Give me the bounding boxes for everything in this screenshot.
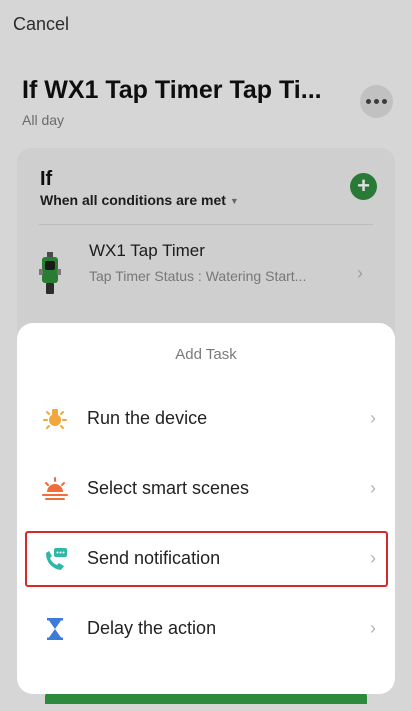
option-label: Delay the action xyxy=(87,618,217,638)
light-bulb-icon xyxy=(43,409,67,429)
sunrise-icon xyxy=(42,477,68,500)
option-label: Select smart scenes xyxy=(87,478,250,498)
option-label: Run the device xyxy=(87,408,208,428)
option-delay-action[interactable]: Delay the action › xyxy=(25,601,388,657)
option-select-smart-scenes[interactable]: Select smart scenes › xyxy=(25,461,388,517)
hourglass-icon xyxy=(47,618,63,640)
chevron-right-icon: › xyxy=(370,408,376,428)
phone-chat-icon xyxy=(46,548,67,570)
option-label: Send notification xyxy=(87,548,221,568)
chevron-right-icon: › xyxy=(370,618,376,638)
chevron-right-icon: › xyxy=(370,548,376,568)
option-run-device[interactable]: Run the device › xyxy=(25,391,388,447)
add-task-sheet: Add Task Run the device › Select smart s… xyxy=(17,323,395,694)
option-send-notification[interactable]: Send notification › xyxy=(25,531,388,587)
sheet-title: Add Task xyxy=(175,346,237,363)
chevron-right-icon: › xyxy=(370,478,376,498)
